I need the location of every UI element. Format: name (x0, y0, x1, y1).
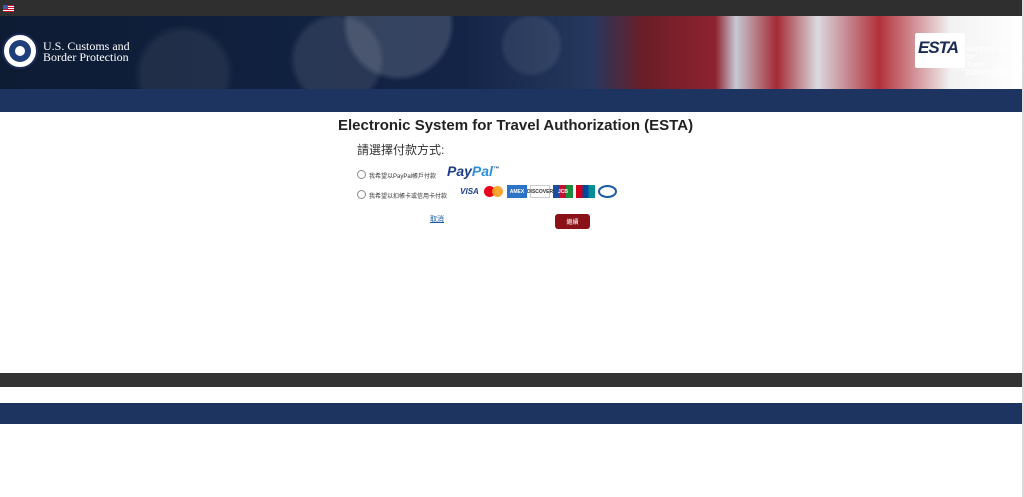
paypal-radio[interactable] (357, 170, 366, 179)
paypal-tm: ™ (492, 166, 499, 173)
mastercard-icon (483, 185, 504, 198)
esta-logo-subtitle: Electronic System for Travel Authorizati… (966, 46, 1024, 78)
jcb-icon: JCB (553, 185, 573, 198)
footer-dark-bar (0, 373, 1022, 387)
paypal-option-label[interactable]: 我希望以PayPal帳戶付款 (369, 171, 436, 180)
page-title: Electronic System for Travel Authorizati… (338, 117, 694, 134)
card-logos: VISA AMEX DISCOVER JCB (459, 185, 617, 198)
payment-prompt: 請選擇付款方式: (357, 143, 445, 157)
browser-top-bar (0, 0, 1024, 16)
us-flag-icon[interactable] (3, 5, 14, 12)
diners-icon (598, 185, 617, 198)
paypal-logo-part2: Pal (471, 163, 493, 179)
cancel-link[interactable]: 取消 (430, 214, 444, 224)
header-banner (0, 16, 1022, 89)
continue-button[interactable]: 繼續 (555, 214, 590, 229)
paypal-logo-part1: Pay (447, 163, 472, 179)
card-option-label[interactable]: 我希望以扣帳卡或信用卡付款 (369, 191, 447, 200)
esta-dept-text: U.S. Department of Homeland Security (952, 67, 1022, 72)
visa-icon: VISA (460, 187, 479, 196)
agency-line-2: Border Protection (43, 50, 129, 64)
amex-icon: AMEX (507, 185, 527, 198)
esta-logo-text: ESTA (918, 38, 959, 57)
esta-sub-line-1: Electronic System for (966, 46, 1023, 61)
nav-band (0, 89, 1022, 112)
dhs-seal-icon (2, 33, 38, 69)
card-radio[interactable] (357, 190, 366, 199)
discover-icon: DISCOVER (527, 185, 553, 198)
unionpay-icon (576, 185, 595, 198)
esta-logo: ESTA (915, 33, 965, 68)
paypal-logo: PayPal™ (447, 163, 499, 179)
footer-blue-bar (0, 403, 1022, 424)
agency-name: U.S. Customs and Border Protection (43, 40, 130, 64)
